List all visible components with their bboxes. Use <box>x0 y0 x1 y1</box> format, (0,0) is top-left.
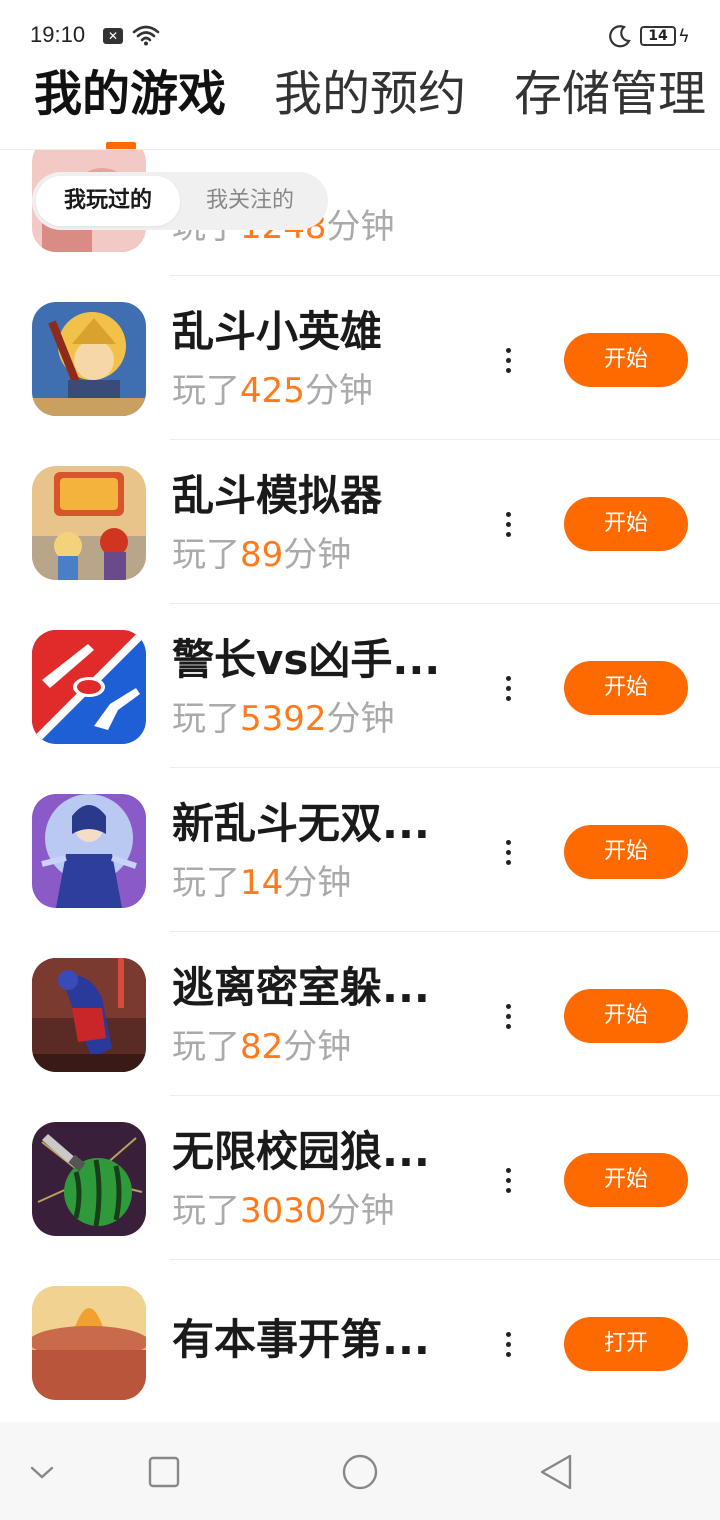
desert-scene-icon <box>32 1286 146 1400</box>
game-name: 乱斗小英雄 <box>172 307 383 356</box>
chevron-down-icon[interactable] <box>20 1450 64 1494</box>
more-options-icon[interactable] <box>494 824 522 880</box>
more-options-icon[interactable] <box>494 660 522 716</box>
start-button[interactable]: 开始 <box>564 661 688 715</box>
home-icon[interactable] <box>338 1450 382 1494</box>
more-options-icon[interactable] <box>494 332 522 388</box>
blue-warrior-icon <box>32 794 146 908</box>
more-options-icon[interactable] <box>494 988 522 1044</box>
battery-icon: 14 <box>640 26 676 46</box>
list-item[interactable]: 新乱斗无双... 玩了14分钟 开始 <box>0 768 720 932</box>
start-button[interactable]: 开始 <box>564 989 688 1043</box>
tab-my-reservations[interactable]: 我的预约 <box>274 64 466 124</box>
filter-played[interactable]: 我玩过的 <box>36 176 180 226</box>
play-time: 玩了425分钟 <box>172 371 373 411</box>
list-item[interactable]: 无限校园狼... 玩了3030分钟 开始 <box>0 1096 720 1260</box>
more-options-icon[interactable] <box>494 1152 522 1208</box>
play-time: 玩了89分钟 <box>172 535 352 575</box>
game-name: 无限校园狼... <box>172 1127 430 1176</box>
knife-vs-gun-icon <box>32 630 146 744</box>
game-name: 新乱斗无双... <box>172 799 430 848</box>
notification-x-icon: ✕ <box>103 28 123 44</box>
game-name: 有本事开第... <box>172 1315 430 1364</box>
back-icon[interactable] <box>534 1450 578 1494</box>
game-name: 警长vs凶手... <box>172 635 441 684</box>
start-button[interactable]: 开始 <box>564 333 688 387</box>
filter-following[interactable]: 我关注的 <box>178 176 322 226</box>
charging-icon: ϟ <box>678 26 690 47</box>
system-nav-bar <box>0 1422 720 1520</box>
game-name: 逃离密室躲... <box>172 963 430 1012</box>
game-list: 玩了1248分钟 乱斗小英雄 玩了425分钟 开始 <box>0 150 720 1422</box>
play-time: 玩了14分钟 <box>172 863 352 903</box>
tab-indicator <box>106 142 136 149</box>
tab-my-games[interactable]: 我的游戏 <box>34 64 226 124</box>
game-name: 乱斗模拟器 <box>172 471 383 520</box>
start-button[interactable]: 开始 <box>564 497 688 551</box>
status-time: 19:10 <box>30 22 86 47</box>
recent-apps-icon[interactable] <box>142 1450 186 1494</box>
list-item[interactable]: 乱斗模拟器 玩了89分钟 开始 <box>0 440 720 604</box>
wifi-icon <box>132 25 160 46</box>
list-item[interactable]: 乱斗小英雄 玩了425分钟 开始 <box>0 276 720 440</box>
play-time: 玩了82分钟 <box>172 1027 352 1067</box>
list-item[interactable]: 有本事开第... 打开 <box>0 1260 720 1422</box>
escape-room-icon <box>32 958 146 1072</box>
play-time: 玩了3030分钟 <box>172 1191 395 1231</box>
open-button[interactable]: 打开 <box>564 1317 688 1371</box>
list-item[interactable]: 逃离密室躲... 玩了82分钟 开始 <box>0 932 720 1096</box>
start-button[interactable]: 开始 <box>564 1153 688 1207</box>
status-bar: 19:10 ✕ 14 ϟ <box>0 0 720 62</box>
moon-icon <box>609 25 631 48</box>
brawl-simulator-icon <box>32 466 146 580</box>
more-options-icon[interactable] <box>494 1316 522 1372</box>
play-time: 玩了5392分钟 <box>172 699 395 739</box>
hero-warrior-icon <box>32 302 146 416</box>
tab-storage-management[interactable]: 存储管理 <box>514 64 706 124</box>
start-button[interactable]: 开始 <box>564 825 688 879</box>
watermelon-knife-icon <box>32 1122 146 1236</box>
filter-segment: 我玩过的 我关注的 <box>32 172 328 230</box>
list-item[interactable]: 警长vs凶手... 玩了5392分钟 开始 <box>0 604 720 768</box>
more-options-icon[interactable] <box>494 496 522 552</box>
tab-bar: 我的游戏 我的预约 存储管理 <box>0 62 720 150</box>
